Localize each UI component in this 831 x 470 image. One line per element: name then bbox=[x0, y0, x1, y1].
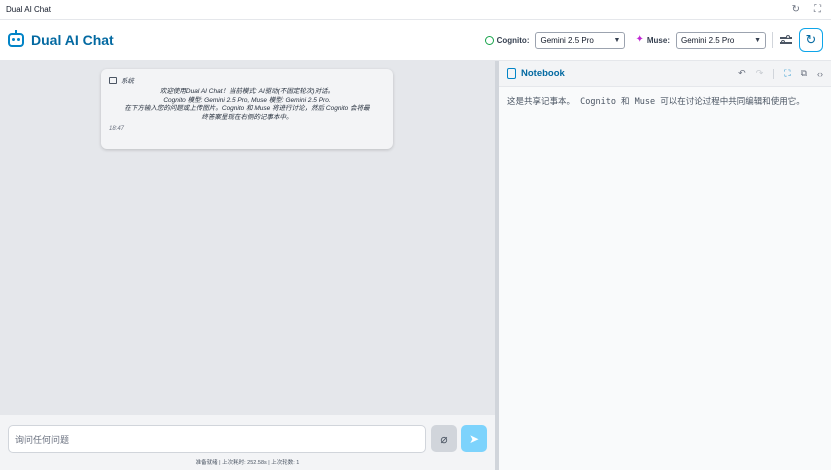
code-icon[interactable]: ‹› bbox=[817, 69, 823, 79]
header-controls: Cognito: Gemini 2.5 Pro ▼ ✦ Muse: Gemini… bbox=[484, 28, 823, 52]
header-divider bbox=[772, 32, 773, 48]
app-header: Dual AI Chat Cognito: Gemini 2.5 Pro ▼ ✦… bbox=[0, 20, 831, 61]
chat-input[interactable]: 询问任何问题 bbox=[8, 425, 426, 453]
attach-paperclip-icon[interactable]: ⌀ bbox=[431, 425, 457, 452]
message-line: 欢迎使用Dual AI Chat！当前模式: AI驱动(不固定轮次)对话。 bbox=[159, 88, 335, 95]
notebook-content[interactable]: 这是共享记事本。 Cognito 和 Muse 可以在讨论过程中共同编辑和使用它… bbox=[499, 87, 831, 118]
chat-input-placeholder: 询问任何问题 bbox=[15, 434, 70, 445]
message-body: 欢迎使用Dual AI Chat！当前模式: AI驱动(不固定轮次)对话。 Co… bbox=[109, 88, 385, 122]
system-message-icon bbox=[109, 76, 117, 84]
chat-pane: 系统 欢迎使用Dual AI Chat！当前模式: AI驱动(不固定轮次)对话。… bbox=[0, 61, 495, 470]
app-title: Dual AI Chat bbox=[31, 32, 114, 48]
muse-label: ✦ Muse: bbox=[635, 35, 670, 45]
cognito-model-select[interactable]: Gemini 2.5 Pro ▼ bbox=[535, 31, 626, 49]
expand-icon[interactable]: ⛶ bbox=[784, 68, 790, 79]
notebook-toolbar: ↶ ↷ ⛶ ⧉ ‹› bbox=[738, 68, 823, 79]
window-controls: ↻ ⛶ bbox=[792, 4, 825, 15]
undo-icon[interactable]: ↶ bbox=[738, 68, 746, 79]
window-titlebar: Dual AI Chat ↻ ⛶ bbox=[0, 0, 831, 20]
message-line: 在下方输入您的问题或上传图片。Cognito 和 Muse 将进行讨论，然后 C… bbox=[124, 105, 370, 112]
notebook-title: Notebook bbox=[521, 68, 565, 79]
muse-label-text: Muse: bbox=[646, 35, 670, 45]
notebook-pane: Notebook ↶ ↷ ⛶ ⧉ ‹› 这是共享记事本。 Cognito 和 M… bbox=[499, 61, 831, 470]
notebook-header: Notebook ↶ ↷ ⛶ ⧉ ‹› bbox=[499, 61, 831, 87]
brand: Dual AI Chat bbox=[8, 30, 114, 48]
chevron-down-icon: ▼ bbox=[613, 36, 621, 44]
message-header: 系统 bbox=[109, 75, 385, 85]
status-bar: 准备就绪 | 上次耗时: 252.58s | 上次轮数: 1 bbox=[195, 460, 300, 466]
system-message: 系统 欢迎使用Dual AI Chat！当前模式: AI驱动(不固定轮次)对话。… bbox=[101, 69, 393, 149]
toolbar-divider bbox=[773, 68, 775, 79]
redo-icon[interactable]: ↷ bbox=[756, 68, 764, 79]
notebook-icon bbox=[507, 68, 516, 79]
send-icon[interactable]: ➤ bbox=[461, 425, 487, 452]
message-timestamp: 18:47 bbox=[109, 126, 125, 132]
reload-icon[interactable]: ↻ bbox=[792, 4, 800, 15]
message-line: Cognito 模型: Gemini 2.5 Pro, Muse 模型: Gem… bbox=[163, 96, 331, 104]
fullscreen-icon[interactable]: ⛶ bbox=[814, 4, 821, 15]
muse-model-select[interactable]: Gemini 2.5 Pro ▼ bbox=[676, 31, 766, 49]
cognito-model-value: Gemini 2.5 Pro bbox=[540, 35, 594, 45]
muse-sparkle-icon: ✦ bbox=[635, 34, 644, 45]
message-line: 终答案呈现在右侧的记事本中。 bbox=[201, 113, 293, 121]
message-sender: 系统 bbox=[121, 78, 134, 85]
cognito-icon bbox=[484, 35, 494, 45]
reset-refresh-icon[interactable]: ↻ bbox=[799, 28, 823, 52]
cognito-label: Cognito: bbox=[484, 35, 530, 45]
chevron-down-icon: ▼ bbox=[754, 36, 761, 44]
copy-icon[interactable]: ⧉ bbox=[801, 68, 807, 79]
muse-model-value: Gemini 2.5 Pro bbox=[681, 35, 735, 45]
cognito-label-text: Cognito: bbox=[496, 35, 530, 45]
chat-input-area: 询问任何问题 ⌀ ➤ 准备就绪 | 上次耗时: 252.58s | 上次轮数: … bbox=[0, 414, 495, 470]
window-title: Dual AI Chat bbox=[6, 5, 51, 14]
settings-sliders-icon[interactable] bbox=[779, 33, 793, 47]
robot-logo-icon bbox=[8, 30, 24, 47]
